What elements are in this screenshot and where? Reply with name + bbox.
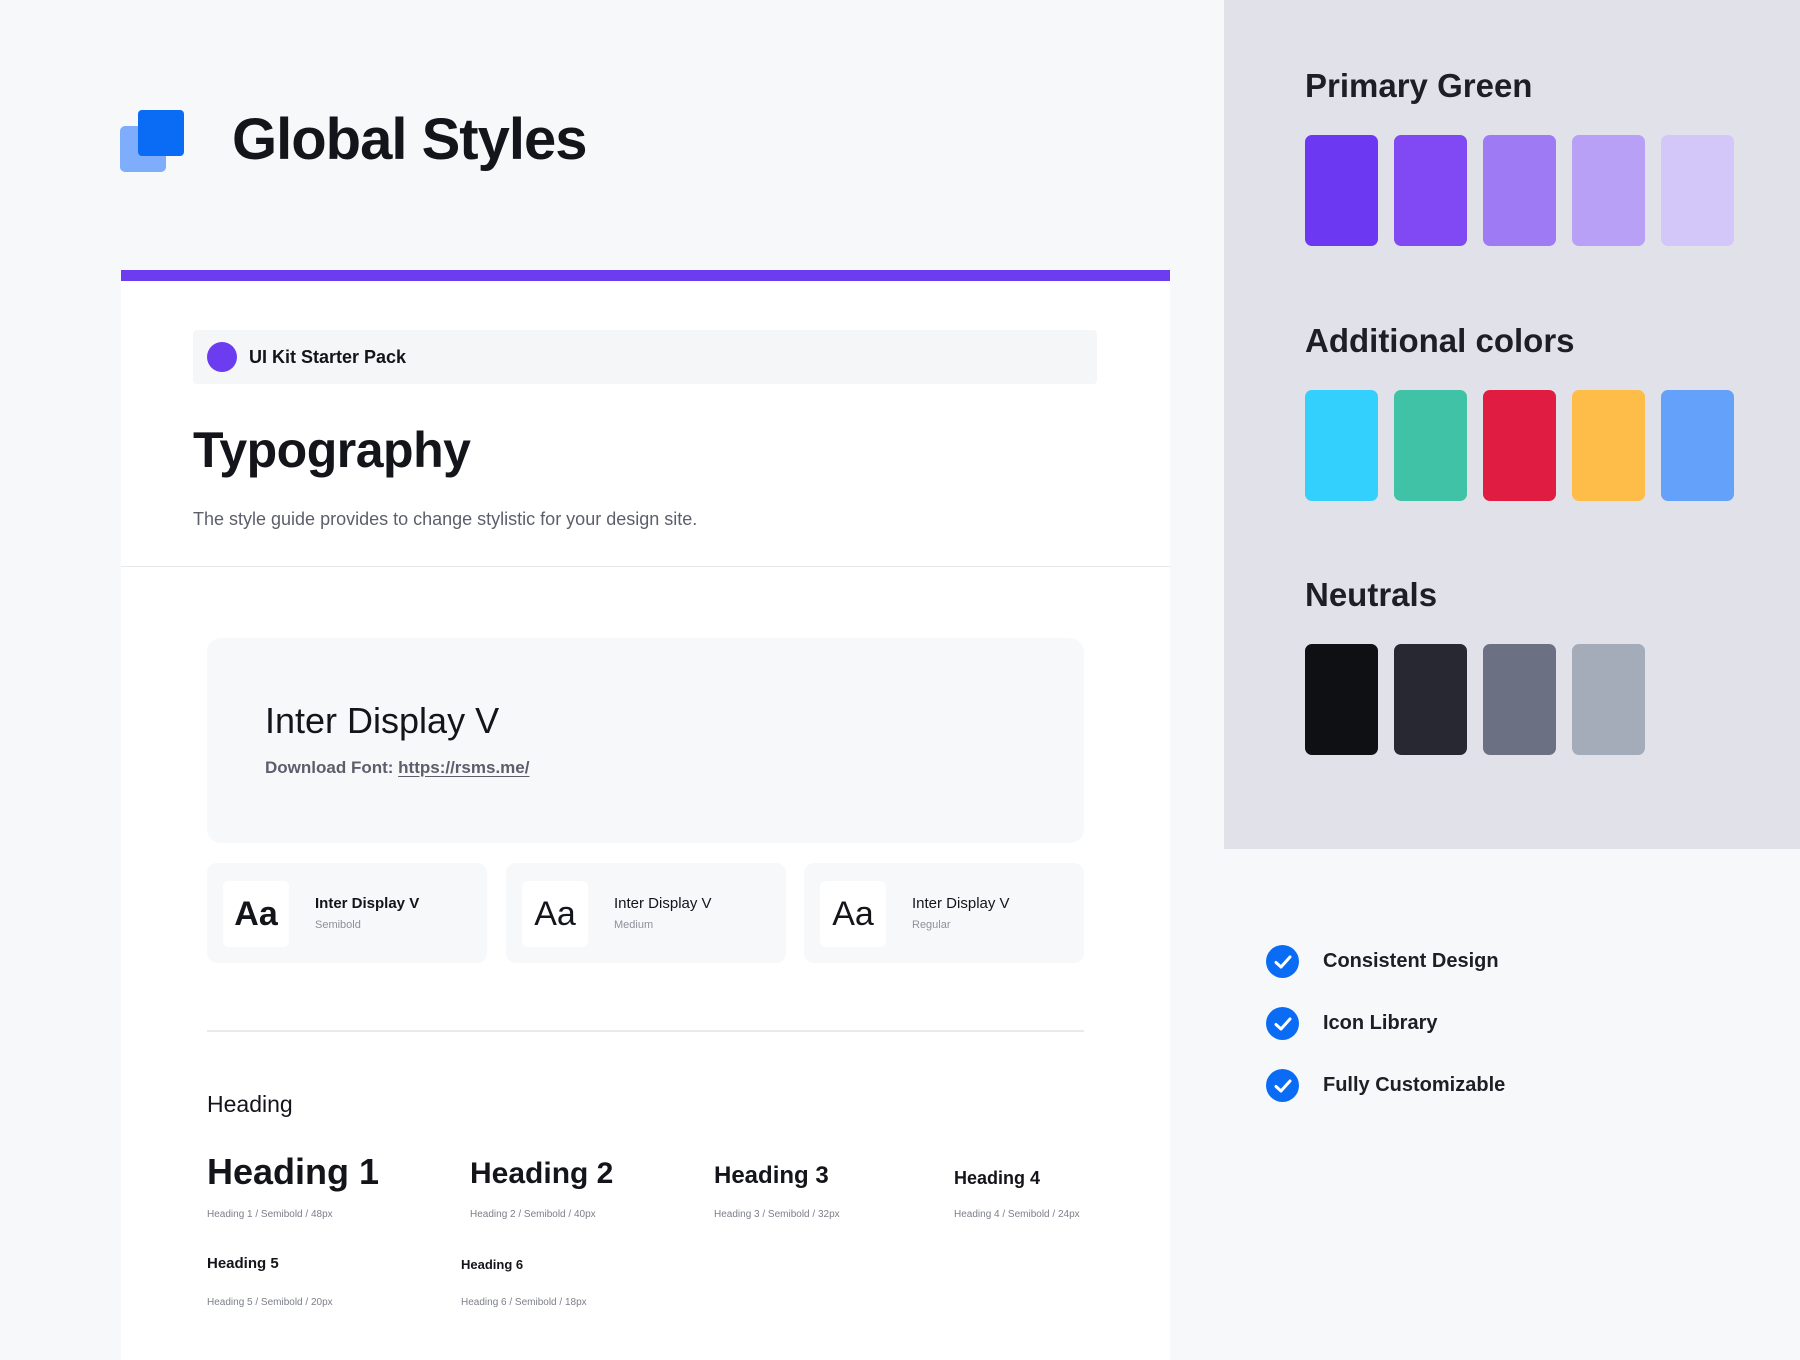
- font-weight-card: Aa Inter Display V Medium: [506, 863, 786, 963]
- color-swatch[interactable]: [1572, 135, 1645, 246]
- heading-1-sample: Heading 1: [207, 1151, 380, 1192]
- kit-label: UI Kit Starter Pack: [249, 346, 407, 367]
- feature-label: Icon Library: [1323, 1012, 1438, 1034]
- download-label: Download Font:: [265, 758, 394, 777]
- heading-5-sample: Heading 5: [207, 1255, 279, 1272]
- feature-item: Fully Customizable: [1266, 1069, 1505, 1102]
- heading-2-spec: Heading 2 / Semibold / 40px: [470, 1209, 596, 1220]
- heading-4-sample: Heading 4: [954, 1168, 1041, 1188]
- font-name: Inter Display V: [265, 700, 500, 741]
- divider: [207, 1030, 1084, 1032]
- weight-font-name: Inter Display V: [315, 895, 420, 912]
- color-swatch[interactable]: [1483, 644, 1556, 755]
- color-swatch[interactable]: [1394, 135, 1467, 246]
- primary-swatch-row: [1305, 135, 1734, 246]
- feature-label: Consistent Design: [1323, 950, 1499, 972]
- neutrals-swatch-row: [1305, 644, 1645, 755]
- heading-5-spec: Heading 5 / Semibold / 20px: [207, 1297, 333, 1308]
- weight-font-name: Inter Display V: [912, 895, 1010, 912]
- kit-badge: UI Kit Starter Pack: [193, 330, 1097, 384]
- color-swatch[interactable]: [1661, 135, 1734, 246]
- additional-swatch-row: [1305, 390, 1734, 501]
- font-weight-card: Aa Inter Display V Semibold: [207, 863, 487, 963]
- color-swatch[interactable]: [1661, 390, 1734, 501]
- section-title: Typography: [193, 422, 471, 478]
- check-circle-icon: [1266, 1007, 1299, 1040]
- color-swatch[interactable]: [1572, 644, 1645, 755]
- divider: [121, 566, 1170, 567]
- font-sample: Aa: [820, 881, 886, 947]
- download-link[interactable]: https://rsms.me/: [398, 758, 529, 777]
- logo-icon: [120, 110, 186, 176]
- logo-front-square: [138, 110, 184, 156]
- heading-1-spec: Heading 1 / Semibold / 48px: [207, 1209, 333, 1220]
- heading-6-spec: Heading 6 / Semibold / 18px: [461, 1297, 587, 1308]
- heading-section-label: Heading: [207, 1091, 293, 1117]
- color-swatch[interactable]: [1305, 135, 1378, 246]
- heading-3-sample: Heading 3: [714, 1162, 829, 1189]
- section-description: The style guide provides to change styli…: [193, 509, 698, 529]
- color-swatch[interactable]: [1305, 390, 1378, 501]
- check-circle-icon: [1266, 1069, 1299, 1102]
- check-circle-icon: [1266, 945, 1299, 978]
- font-sample: Aa: [223, 881, 289, 947]
- color-swatch[interactable]: [1394, 390, 1467, 501]
- color-swatch[interactable]: [1483, 390, 1556, 501]
- color-swatch[interactable]: [1572, 390, 1645, 501]
- page-title: Global Styles: [232, 107, 587, 172]
- additional-palette-title: Additional colors: [1305, 322, 1575, 359]
- heading-4-spec: Heading 4 / Semibold / 24px: [954, 1209, 1080, 1220]
- weight-label: Regular: [912, 919, 951, 931]
- heading-6-sample: Heading 6: [461, 1257, 524, 1272]
- primary-palette-title: Primary Green: [1305, 67, 1533, 104]
- feature-item: Icon Library: [1266, 1007, 1437, 1040]
- weight-label: Medium: [614, 919, 654, 931]
- color-swatch[interactable]: [1483, 135, 1556, 246]
- font-download: Download Font: https://rsms.me/: [265, 758, 529, 778]
- color-swatch[interactable]: [1394, 644, 1467, 755]
- heading-3-spec: Heading 3 / Semibold / 32px: [714, 1209, 840, 1220]
- heading-2-sample: Heading 2: [470, 1157, 614, 1190]
- color-palette-panel: Primary Green Additional colors Neutrals: [1224, 0, 1800, 849]
- neutrals-palette-title: Neutrals: [1305, 576, 1438, 613]
- font-weight-card: Aa Inter Display V Regular: [804, 863, 1084, 963]
- feature-label: Fully Customizable: [1323, 1074, 1506, 1096]
- font-sample: Aa: [522, 881, 588, 947]
- feature-item: Consistent Design: [1266, 945, 1499, 978]
- font-info-box: Inter Display V Download Font: https://r…: [207, 638, 1084, 843]
- typography-card: UI Kit Starter Pack Typography The style…: [121, 270, 1170, 1360]
- color-swatch[interactable]: [1305, 644, 1378, 755]
- weight-label: Semibold: [315, 919, 361, 931]
- weight-font-name: Inter Display V: [614, 895, 712, 912]
- kit-dot-icon: [207, 342, 237, 372]
